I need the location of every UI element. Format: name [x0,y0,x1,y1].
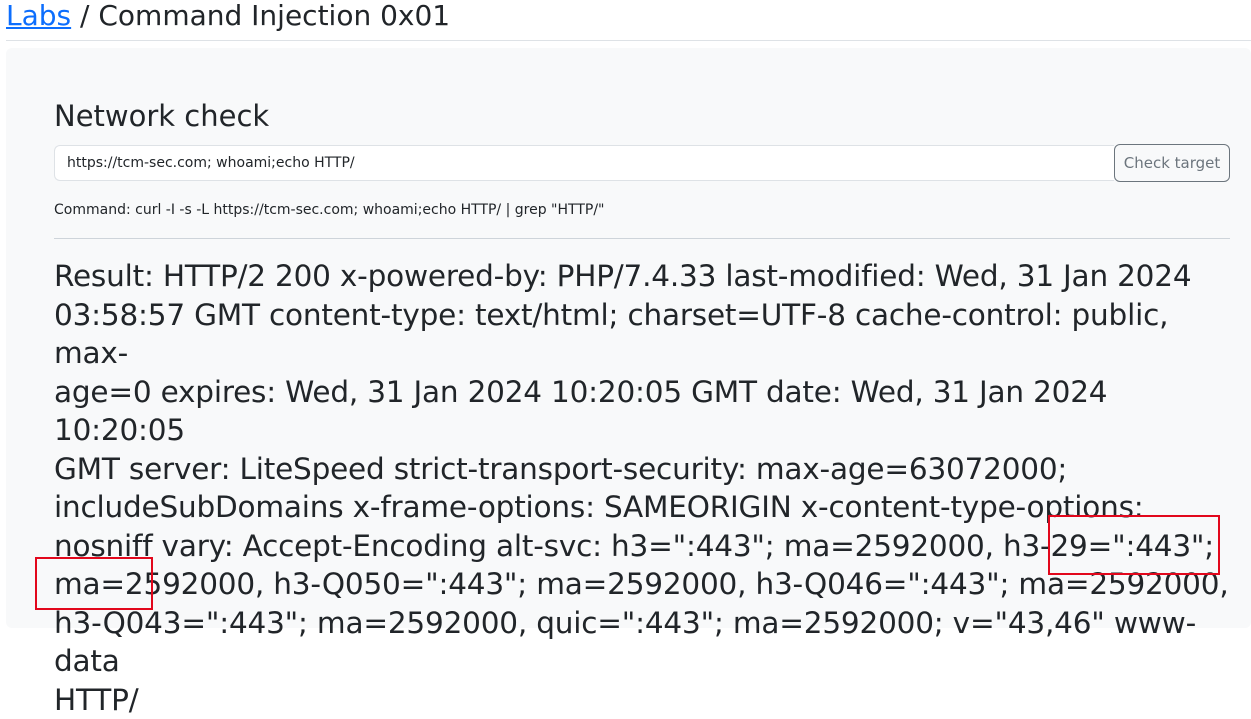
result-line: 03:58:57 GMT content-type: text/html; ch… [54,296,1244,373]
breadcrumb-separator: / [71,0,98,32]
result-line: HTTP/ [54,681,1244,719]
command-text: Command: curl -I -s -L https://tcm-sec.c… [54,200,604,220]
result-line: age=0 expires: Wed, 31 Jan 2024 10:20:05… [54,373,1244,450]
result-line: h3-Q043=":443"; ma=2592000, quic=":443";… [54,604,1244,681]
check-target-button[interactable]: Check target [1114,144,1230,182]
labs-breadcrumb-link[interactable]: Labs [6,0,71,32]
result-output: Result: HTTP/2 200 x-powered-by: PHP/7.4… [54,257,1244,719]
divider [54,238,1230,239]
result-line: GMT server: LiteSpeed strict-transport-s… [54,450,1244,489]
page-title: Command Injection 0x01 [98,0,450,32]
result-line: Result: HTTP/2 200 x-powered-by: PHP/7.4… [54,257,1244,296]
network-check-card: Network check Check target Command: curl… [6,48,1251,628]
target-url-input[interactable] [54,145,1114,181]
highlight-box-whoami [1048,515,1220,575]
page-header: Labs / Command Injection 0x01 [6,0,1251,41]
section-title: Network check [54,98,269,134]
highlight-box-http [35,557,153,610]
